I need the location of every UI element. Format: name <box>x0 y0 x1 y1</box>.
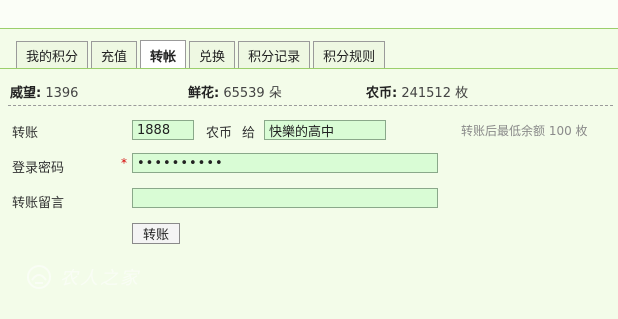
credit-stats: 威望: 1396 鲜花: 65539 朵 农币: 241512 枚 <box>10 82 610 101</box>
required-mark: * <box>121 156 127 170</box>
stat-flowers-label: 鲜花: <box>188 86 220 101</box>
stat-prestige-value: 1396 <box>45 86 79 101</box>
recipient-input[interactable] <box>264 120 386 140</box>
password-input[interactable] <box>132 153 438 173</box>
watermark: 农人之家 <box>24 262 140 292</box>
tab-recharge[interactable]: 充值 <box>91 41 138 68</box>
tab-exchange[interactable]: 兑换 <box>189 41 236 68</box>
watermark-logo-icon <box>27 265 51 289</box>
to-text: 给 <box>242 126 256 141</box>
stat-coins-label: 农币: <box>366 86 398 101</box>
min-balance-hint: 转账后最低余额 100 枚 <box>461 124 588 138</box>
dashed-divider <box>8 105 613 106</box>
tab-my-credits[interactable]: 我的积分 <box>16 41 89 68</box>
stat-coins: 农币: 241512 枚 <box>366 82 468 101</box>
message-label: 转账留言 <box>12 196 65 211</box>
stat-flowers-value: 65539 朵 <box>223 86 282 101</box>
transfer-submit-button[interactable]: 转账 <box>132 223 180 244</box>
tab-transfer[interactable]: 转帐 <box>140 40 187 69</box>
message-input[interactable] <box>132 188 438 208</box>
stat-prestige-label: 威望: <box>10 86 42 101</box>
unit-text: 农币 <box>206 126 233 141</box>
amount-input[interactable] <box>132 120 194 140</box>
tab-credit-rules[interactable]: 积分规则 <box>313 41 386 68</box>
watermark-text: 农人之家 <box>60 268 140 289</box>
credit-tabs: 我的积分 充值 转帐 兑换 积分记录 积分规则 <box>16 40 386 69</box>
top-band <box>0 0 618 29</box>
transfer-label: 转账 <box>12 126 39 141</box>
tab-divider <box>0 68 618 69</box>
tab-credit-log[interactable]: 积分记录 <box>238 41 311 68</box>
stat-flowers: 鲜花: 65539 朵 <box>188 82 282 101</box>
stat-prestige: 威望: 1396 <box>10 82 78 101</box>
stat-coins-value: 241512 枚 <box>401 86 469 101</box>
password-label: 登录密码 <box>12 161 65 176</box>
